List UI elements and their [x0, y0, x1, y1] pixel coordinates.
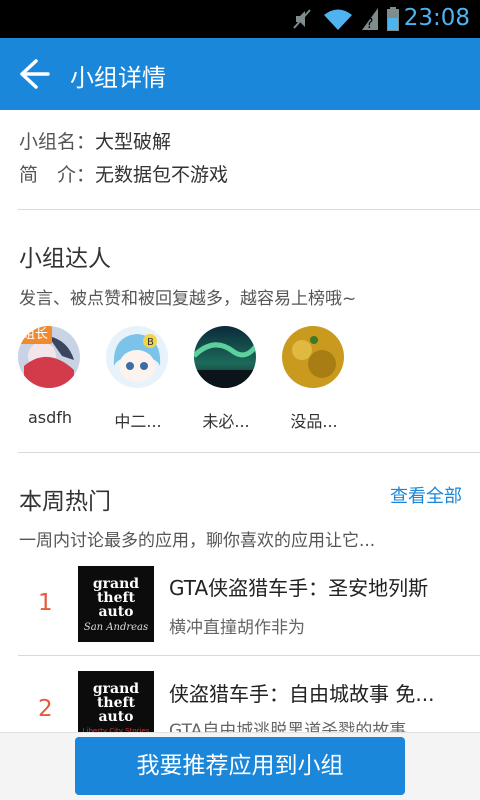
app-bar: 小组详情 [0, 38, 480, 110]
icon-text: auto [98, 604, 133, 620]
recommend-app-button[interactable]: 我要推荐应用到小组 [75, 737, 405, 795]
divider [18, 209, 480, 210]
divider [18, 452, 480, 453]
leader-badge: 组长 [18, 326, 53, 344]
avatar [194, 326, 256, 388]
rank-number: 2 [38, 696, 53, 722]
expert-item[interactable]: 没品... [282, 326, 346, 432]
avatar: B [106, 326, 168, 388]
expert-name: 没品... [290, 412, 338, 431]
group-name-value: 大型破解 [95, 131, 172, 153]
group-intro-row: 简 介：无数据包不游戏 [19, 160, 228, 187]
app-desc: 横冲直撞胡作非为 [169, 618, 305, 638]
wifi-icon [324, 9, 352, 30]
avatar [282, 326, 344, 388]
expert-item[interactable]: 组长 asdfh [18, 326, 82, 427]
group-intro-label: 简 介： [19, 164, 96, 186]
expert-item[interactable]: B 中二... [106, 326, 170, 432]
app-name: GTA侠盗猎车手：圣安地列斯 [169, 576, 429, 600]
status-time: 23:08 [403, 5, 470, 31]
expert-name: 中二... [114, 412, 162, 431]
app-name: 侠盗猎车手：自由城故事 免... [169, 682, 435, 706]
icon-subtitle: San Andreas [84, 622, 148, 633]
group-intro-value: 无数据包不游戏 [95, 164, 229, 186]
expert-name: 未必... [202, 412, 250, 431]
svg-text:?: ? [366, 16, 373, 32]
icon-text: auto [98, 709, 133, 725]
back-arrow-icon[interactable] [14, 56, 54, 92]
mute-icon [293, 9, 311, 29]
signal-unknown-icon: ? [362, 8, 378, 32]
group-name-label: 小组名： [19, 131, 96, 153]
group-name-row: 小组名：大型破解 [19, 127, 171, 154]
battery-icon [387, 7, 399, 31]
page-title: 小组详情 [70, 64, 166, 92]
experts-desc: 发言、被点赞和被回复越多，越容易上榜哦~ [19, 289, 357, 309]
status-bar: ? 23:08 [0, 0, 480, 38]
experts-title: 小组达人 [19, 246, 111, 272]
expert-name: asdfh [27, 408, 73, 427]
hot-desc: 一周内讨论最多的应用，聊你喜欢的应用让它... [19, 531, 376, 551]
see-all-link[interactable]: 查看全部 [390, 482, 462, 508]
hot-title: 本周热门 [19, 489, 111, 515]
rank-number: 1 [38, 590, 53, 616]
divider [18, 655, 480, 656]
expert-item[interactable]: 未必... [194, 326, 258, 432]
app-icon: grand theft auto San Andreas [78, 566, 154, 642]
avatar: 组长 [18, 326, 80, 388]
svg-text:B: B [147, 337, 154, 348]
